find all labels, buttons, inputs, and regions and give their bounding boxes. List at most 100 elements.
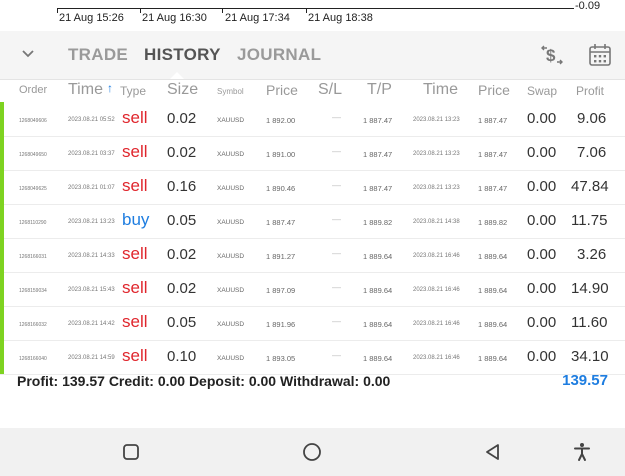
col-header-close-price[interactable]: Price [478,82,510,98]
open-price: 1 892.00 [266,116,296,125]
col-header-time[interactable]: Time [68,81,103,99]
accessibility-icon[interactable] [570,440,594,464]
open-price: 1 890.46 [266,184,296,193]
stop-loss: — [332,180,341,190]
trade-type: sell [122,278,148,297]
take-profit: 1 889.64 [363,354,393,363]
col-header-order[interactable]: Order [19,84,47,96]
row-accent-bar [0,306,4,340]
table-row[interactable]: 1268110290 2023.08.21 13:23 buy 0.05 XAU… [0,204,625,239]
axis-time-label: 21 Aug 15:26 [59,12,124,24]
close-price: 1 889.64 [478,320,508,329]
back-triangle-icon[interactable] [481,440,505,464]
stop-loss: — [332,112,341,122]
stop-loss: — [332,350,341,360]
close-time: 2023.08.21 13:23 [413,151,460,157]
open-time: 2023.08.21 14:42 [68,321,115,327]
close-price: 1 887.47 [478,184,508,193]
axis-tick [57,8,58,13]
col-header-sl[interactable]: S/L [318,81,342,99]
row-accent-bar [0,272,4,306]
table-row[interactable]: 1268049650 2023.08.21 03:37 sell 0.02 XA… [0,136,625,171]
active-tab-indicator [170,72,184,79]
table-row[interactable]: 1268159034 2023.08.21 15:43 sell 0.02 XA… [0,272,625,307]
col-header-size[interactable]: Size [167,81,198,99]
open-price: 1 891.00 [266,150,296,159]
history-summary: Profit: 139.57 Credit: 0.00 Deposit: 0.0… [0,370,625,394]
trade-size: 0.02 [167,110,197,127]
take-profit: 1 889.64 [363,320,393,329]
axis-time-label: 21 Aug 16:30 [142,12,207,24]
profit: 34.10 [571,348,609,365]
col-header-price[interactable]: Price [266,82,298,98]
close-price: 1 889.64 [478,354,508,363]
toolbox-tabbar: TRADE HISTORY JOURNAL $ [0,31,625,80]
col-header-swap[interactable]: Swap [527,84,557,98]
trade-type: sell [122,312,148,331]
symbol: XAUUSD [217,185,245,192]
col-header-tp[interactable]: T/P [367,81,392,99]
profit: 9.06 [577,110,607,127]
symbol: XAUUSD [217,321,245,328]
stop-loss: — [332,248,341,258]
col-header-close-time[interactable]: Time [423,81,458,99]
recents-square-icon[interactable] [119,440,143,464]
chevron-down-icon[interactable] [20,45,36,61]
chart-axis-line [57,8,574,9]
tab-journal[interactable]: JOURNAL [237,45,321,65]
order-id: 1268049650 [19,152,47,158]
trade-type: sell [122,176,148,195]
row-accent-bar [0,204,4,238]
dollar-exchange-icon[interactable]: $ [538,41,566,69]
col-header-symbol[interactable]: Symbol [217,87,244,96]
open-price: 1 891.96 [266,320,296,329]
table-row[interactable]: 1268049606 2023.08.21 05:52 sell 0.02 XA… [0,102,625,137]
chart-time-axis: 21 Aug 15:26 21 Aug 16:30 21 Aug 17:34 2… [0,0,625,31]
close-price: 1 887.47 [478,116,508,125]
open-time: 2023.08.21 15:43 [68,287,115,293]
close-time: 2023.08.21 14:38 [413,219,460,225]
trade-type: sell [122,244,148,263]
stop-loss: — [332,316,341,326]
close-time: 2023.08.21 16:46 [413,321,460,327]
axis-time-label: 21 Aug 18:38 [308,12,373,24]
system-navigation-bar [0,428,625,476]
axis-tick [306,8,307,13]
close-time: 2023.08.21 16:46 [413,355,460,361]
row-accent-bar [0,102,4,136]
order-id: 1268049606 [19,118,47,124]
home-circle-icon[interactable] [300,440,324,464]
symbol: XAUUSD [217,355,245,362]
trade-size: 0.02 [167,246,197,263]
col-header-type[interactable]: Type [120,84,146,98]
order-id: 1268049625 [19,186,47,192]
swap: 0.00 [527,348,557,365]
symbol: XAUUSD [217,253,245,260]
axis-tick [140,8,141,13]
col-header-profit[interactable]: Profit [576,84,604,98]
order-id: 1268110290 [19,220,47,226]
tab-history[interactable]: HISTORY [144,45,221,65]
trade-type: sell [122,142,148,161]
trade-size: 0.16 [167,178,197,195]
table-row[interactable]: 1268049625 2023.08.21 01:07 sell 0.16 XA… [0,170,625,205]
take-profit: 1 887.47 [363,116,393,125]
open-price: 1 893.05 [266,354,296,363]
table-row[interactable]: 1268166031 2023.08.21 14:33 sell 0.02 XA… [0,238,625,273]
sort-up-icon: ↑ [107,81,113,95]
trade-size: 0.10 [167,348,197,365]
order-id: 1268166040 [19,356,47,362]
swap: 0.00 [527,212,557,229]
swap: 0.00 [527,246,557,263]
calendar-icon[interactable] [586,41,614,69]
tab-trade[interactable]: TRADE [68,45,128,65]
open-time: 2023.08.21 05:52 [68,117,115,123]
close-time: 2023.08.21 13:23 [413,117,460,123]
table-row[interactable]: 1268166032 2023.08.21 14:42 sell 0.05 XA… [0,306,625,341]
swap: 0.00 [527,144,557,161]
open-time: 2023.08.21 13:23 [68,219,115,225]
trade-size: 0.02 [167,144,197,161]
order-id: 1268166032 [19,322,47,328]
trade-type: sell [122,346,148,365]
trade-type: sell [122,108,148,127]
